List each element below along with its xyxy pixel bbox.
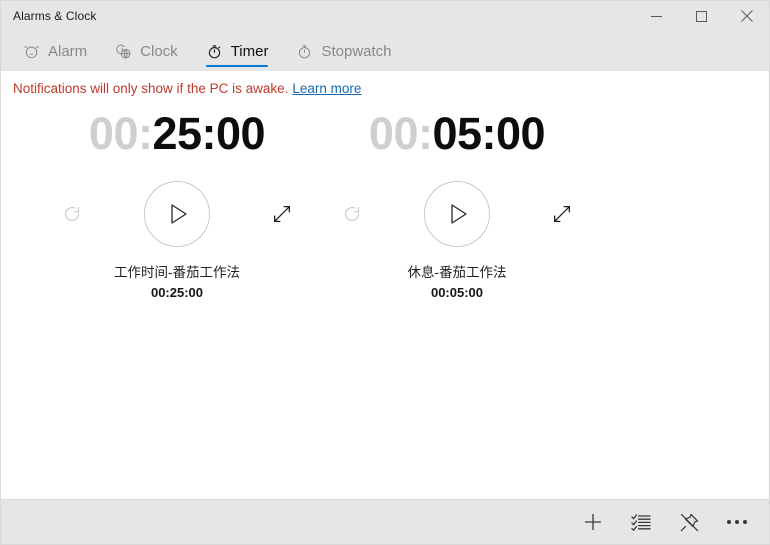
more-options-button[interactable] <box>713 500 761 545</box>
play-icon <box>165 203 189 225</box>
stopwatch-icon <box>296 43 313 60</box>
title-bar: Alarms & Clock <box>1 1 769 31</box>
timer-card[interactable]: 00: 05:00 休息-番茄工作法 00:05:00 <box>317 105 597 300</box>
timer-label: 休息-番茄工作法 <box>407 265 507 280</box>
reset-icon <box>341 203 363 225</box>
reset-button[interactable] <box>332 194 372 234</box>
expand-icon <box>551 203 573 225</box>
unpin-button[interactable] <box>665 500 713 545</box>
notification-banner: Notifications will only show if the PC i… <box>1 71 769 105</box>
alarms-and-clock-window: Alarms & Clock Alarm Clock Timer Stopwat… <box>0 0 770 545</box>
edit-list-icon <box>631 512 651 532</box>
ellipsis-icon <box>727 520 747 524</box>
timer-row: 00: 25:00 工作时间-番茄工作法 00:25:00 00: 05:00 … <box>1 105 769 300</box>
timer-card[interactable]: 00: 25:00 工作时间-番茄工作法 00:25:00 <box>37 105 317 300</box>
tab-clock-label: Clock <box>140 42 178 60</box>
timer-controls <box>332 181 582 247</box>
timer-icon <box>206 43 223 60</box>
plus-icon <box>583 512 603 532</box>
command-bar <box>1 499 769 544</box>
timer-display-minutes-seconds: 25:00 <box>152 108 266 159</box>
learn-more-link[interactable]: Learn more <box>292 81 361 96</box>
timer-display: 00: 25:00 <box>88 108 266 167</box>
tab-alarm[interactable]: Alarm <box>9 31 101 71</box>
expand-button[interactable] <box>262 194 302 234</box>
timer-display-minutes-seconds: 05:00 <box>432 108 546 159</box>
tab-alarm-label: Alarm <box>48 42 88 60</box>
reset-button[interactable] <box>52 194 92 234</box>
reset-icon <box>61 203 83 225</box>
tab-timer-label: Timer <box>230 42 269 60</box>
play-icon <box>445 203 469 225</box>
tab-stopwatch-label: Stopwatch <box>321 42 392 60</box>
start-button[interactable] <box>424 181 490 247</box>
timer-label: 工作时间-番茄工作法 <box>114 265 240 280</box>
minimize-icon <box>651 11 662 22</box>
maximize-button[interactable] <box>679 1 724 31</box>
expand-icon <box>271 203 293 225</box>
notification-text: Notifications will only show if the PC i… <box>13 80 289 96</box>
close-button[interactable] <box>724 1 769 31</box>
tab-timer[interactable]: Timer <box>192 31 283 71</box>
close-icon <box>740 10 753 22</box>
world-clock-icon <box>115 43 132 60</box>
expand-button[interactable] <box>542 194 582 234</box>
timer-duration: 00:25:00 <box>150 284 204 300</box>
timer-display-hours: 00: <box>368 108 433 159</box>
unpin-icon <box>679 512 700 533</box>
add-timer-button[interactable] <box>569 500 617 545</box>
timer-list: 00: 25:00 工作时间-番茄工作法 00:25:00 00: 05:00 … <box>1 105 769 499</box>
alarm-clock-icon <box>23 43 40 60</box>
tab-clock[interactable]: Clock <box>101 31 192 71</box>
minimize-button[interactable] <box>634 1 679 31</box>
edit-timers-button[interactable] <box>617 500 665 545</box>
timer-controls <box>52 181 302 247</box>
timer-duration: 00:05:00 <box>430 284 484 300</box>
tab-bar: Alarm Clock Timer Stopwatch <box>1 31 769 71</box>
maximize-icon <box>696 10 707 22</box>
timer-display-hours: 00: <box>88 108 153 159</box>
tab-stopwatch[interactable]: Stopwatch <box>282 31 405 71</box>
timer-display: 00: 05:00 <box>368 108 546 167</box>
tab-active-indicator <box>205 65 269 67</box>
start-button[interactable] <box>144 181 210 247</box>
window-controls <box>634 1 769 31</box>
window-title: Alarms & Clock <box>13 9 97 23</box>
